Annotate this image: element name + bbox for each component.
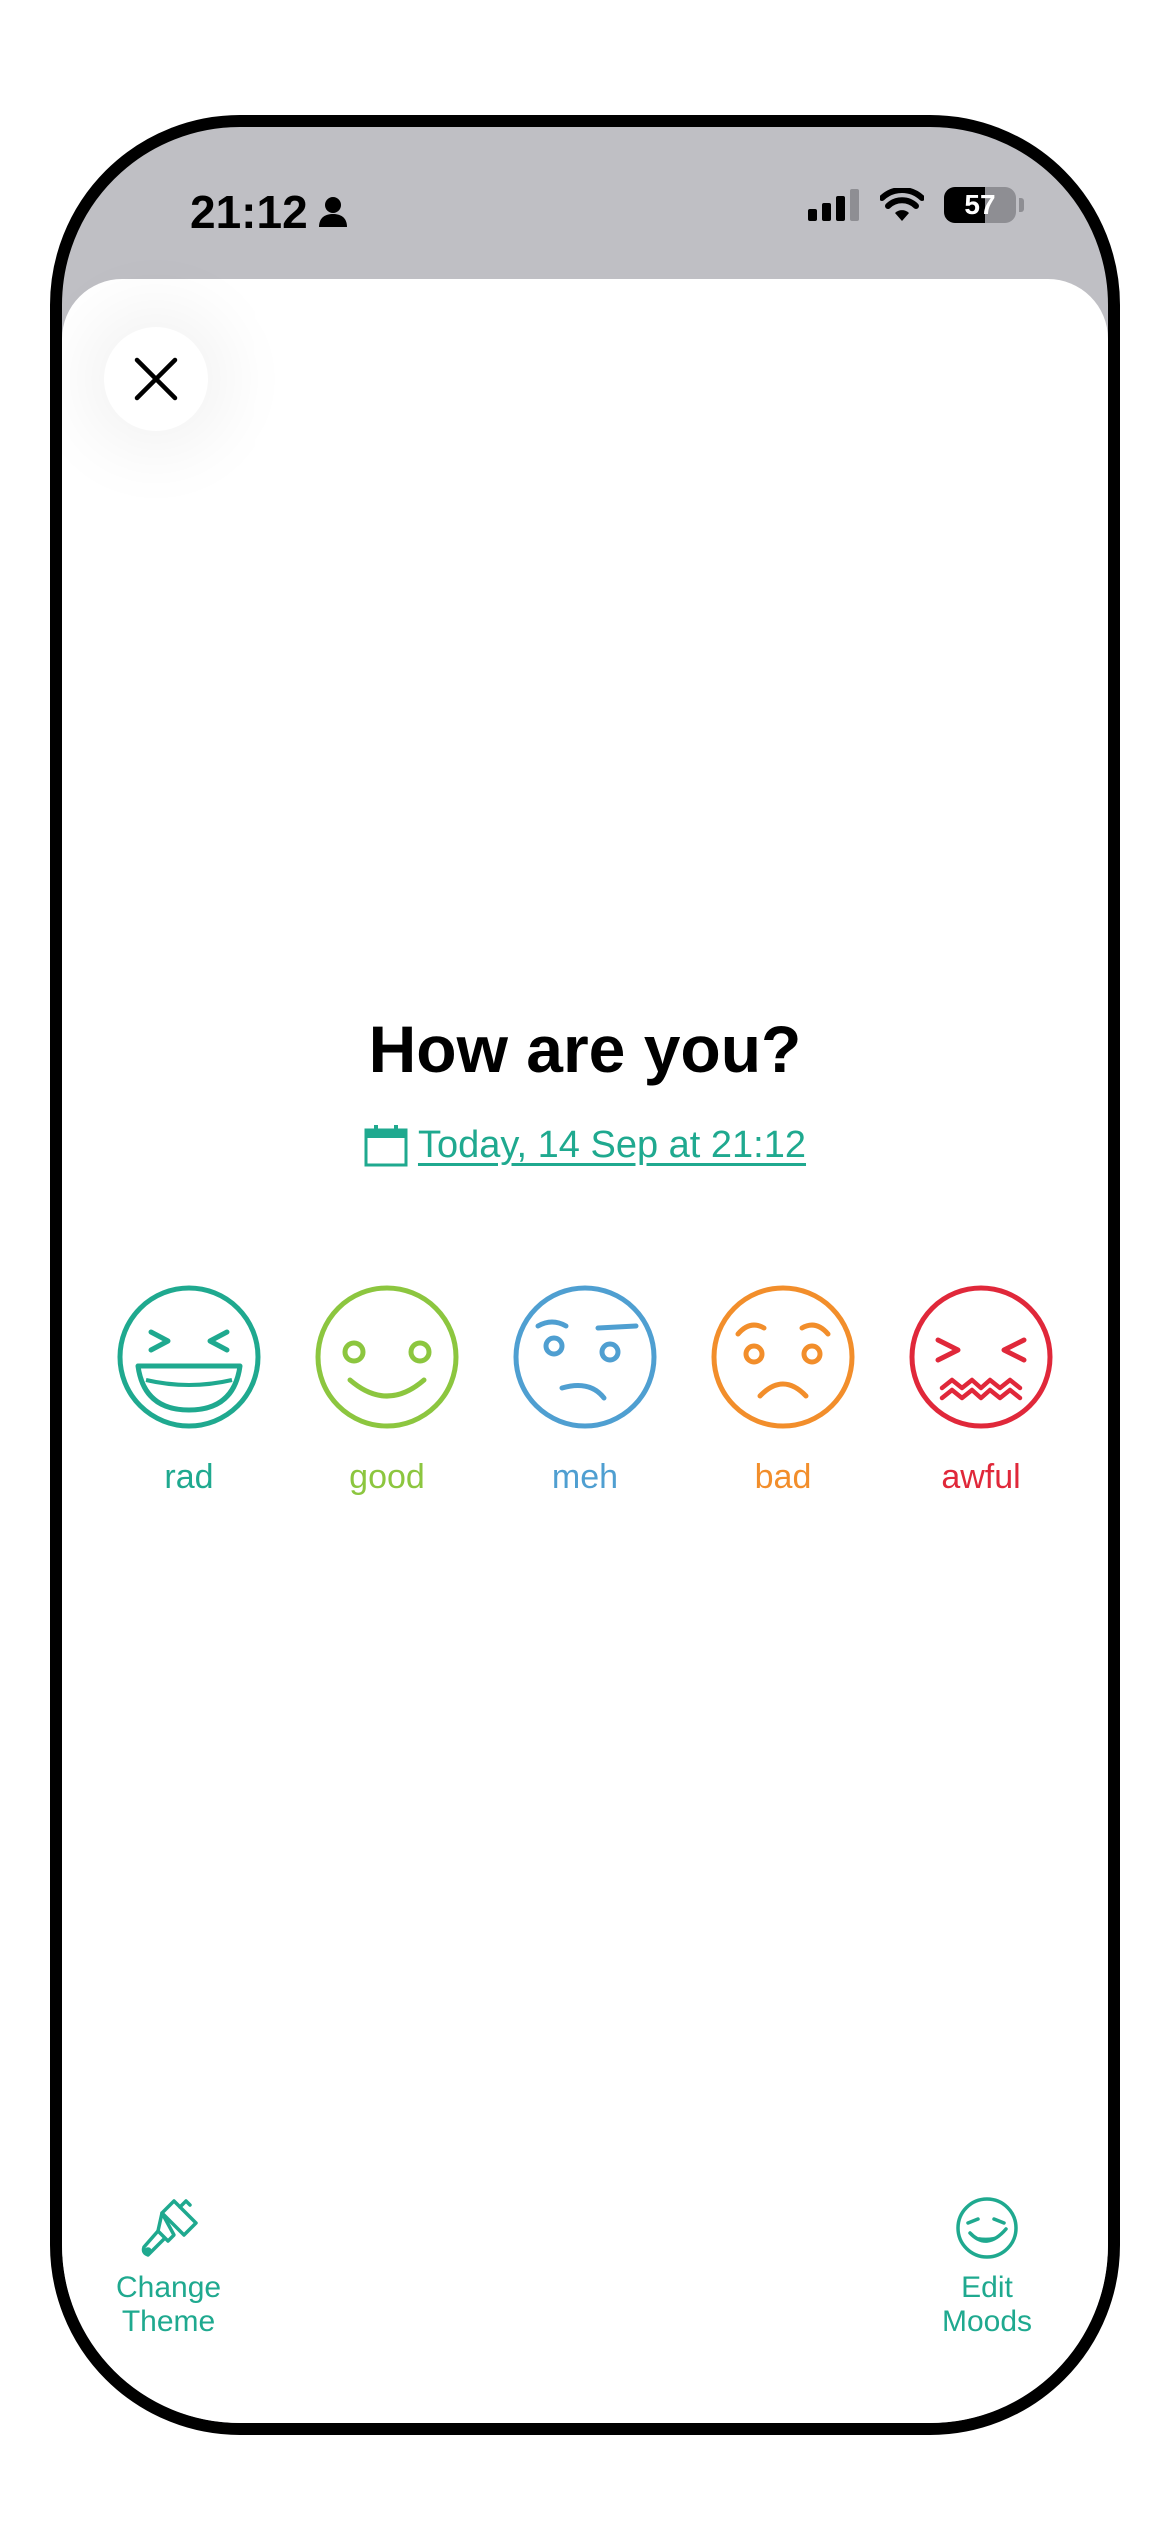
edit-moods-label: Edit Moods [942, 2271, 1033, 2338]
battery-icon: 57 [944, 187, 1016, 223]
mood-entry-sheet: How are you? Today, 14 Sep at 21:12 rad … [62, 279, 1108, 2423]
mood-option-bad[interactable]: bad [710, 1284, 856, 1497]
close-icon [134, 357, 178, 401]
date-picker-link[interactable]: Today, 14 Sep at 21:12 [62, 1124, 1108, 1167]
page-title: How are you? [368, 1012, 802, 1086]
battery-cap [1019, 198, 1024, 212]
awful-face-icon [909, 1285, 1053, 1429]
mood-label-rad: rad [164, 1458, 214, 1496]
person-icon [318, 197, 347, 227]
time-text: 21:12 [190, 186, 308, 238]
date-label: Today, 14 Sep at 21:12 [417, 1124, 807, 1166]
change-theme-label: Change Theme [116, 2271, 222, 2338]
rad-face-icon [117, 1285, 261, 1429]
mood-label-awful: awful [941, 1458, 1021, 1496]
phone-frame: 21:12 57 How are you? Today, 14 Sep at 2… [50, 115, 1120, 2435]
cellular-signal-icon [808, 189, 859, 221]
calendar-icon [364, 1124, 408, 1166]
edit-moods-button[interactable]: Edit Moods [942, 2195, 1032, 2339]
mood-face-icon [956, 2197, 1018, 2259]
mood-option-awful[interactable]: awful [908, 1284, 1054, 1497]
mood-option-rad[interactable]: rad [116, 1284, 262, 1497]
mood-label-meh: meh [551, 1458, 619, 1496]
mood-label-good: good [349, 1458, 425, 1496]
bad-face-icon [711, 1285, 855, 1429]
battery-level: 57 [964, 189, 996, 220]
status-time: 21:12 [190, 185, 348, 239]
status-icons: 57 [808, 187, 1024, 223]
mood-label-bad: bad [754, 1458, 812, 1496]
close-button[interactable] [104, 327, 208, 431]
meh-face-icon [513, 1285, 657, 1429]
mood-selector: rad good meh bad awful [62, 1284, 1108, 1497]
mood-option-good[interactable]: good [314, 1284, 460, 1497]
paintbrush-icon [141, 2199, 198, 2257]
status-bar: 21:12 57 [62, 127, 1108, 282]
mood-option-meh[interactable]: meh [512, 1284, 658, 1497]
wifi-icon [880, 188, 924, 221]
good-face-icon [315, 1285, 459, 1429]
change-theme-button[interactable]: Change Theme [116, 2195, 221, 2339]
